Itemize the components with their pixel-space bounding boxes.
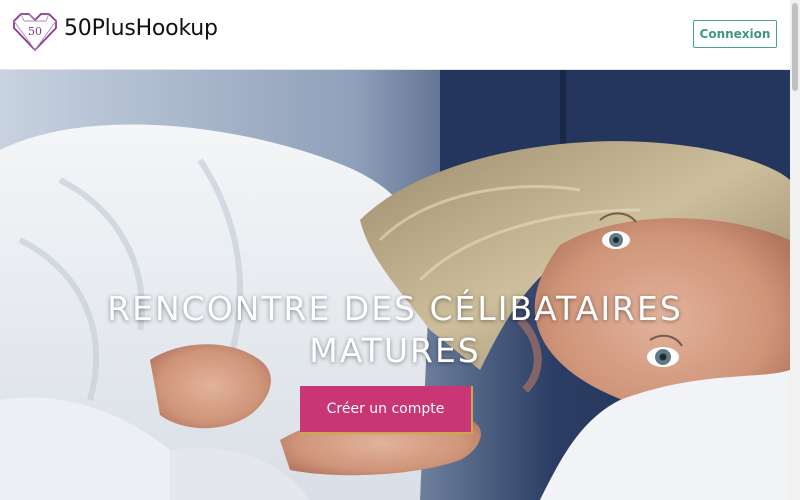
heart-gem-icon[interactable]: 50	[10, 9, 60, 53]
create-account-button[interactable]: Créer un compte	[300, 386, 473, 434]
hero-headline: RENCONTRE DES CÉLIBATAIRES MATURES	[0, 288, 790, 372]
hero-headline-line2: MATURES	[309, 331, 481, 370]
hero-headline-line1: RENCONTRE DES CÉLIBATAIRES	[107, 289, 683, 328]
scrollbar-thumb[interactable]	[792, 3, 798, 91]
hero-section: RENCONTRE DES CÉLIBATAIRES MATURES Créer…	[0, 70, 790, 500]
login-button[interactable]: Connexion	[693, 20, 777, 48]
woman-lying-in-bed-photo	[0, 70, 790, 500]
logo-number: 50	[28, 25, 42, 38]
brand-name[interactable]: 50PlusHookup	[64, 16, 218, 41]
site-header: 50 50PlusHookup Connexion	[0, 0, 790, 70]
page-scrollbar[interactable]	[790, 0, 800, 500]
